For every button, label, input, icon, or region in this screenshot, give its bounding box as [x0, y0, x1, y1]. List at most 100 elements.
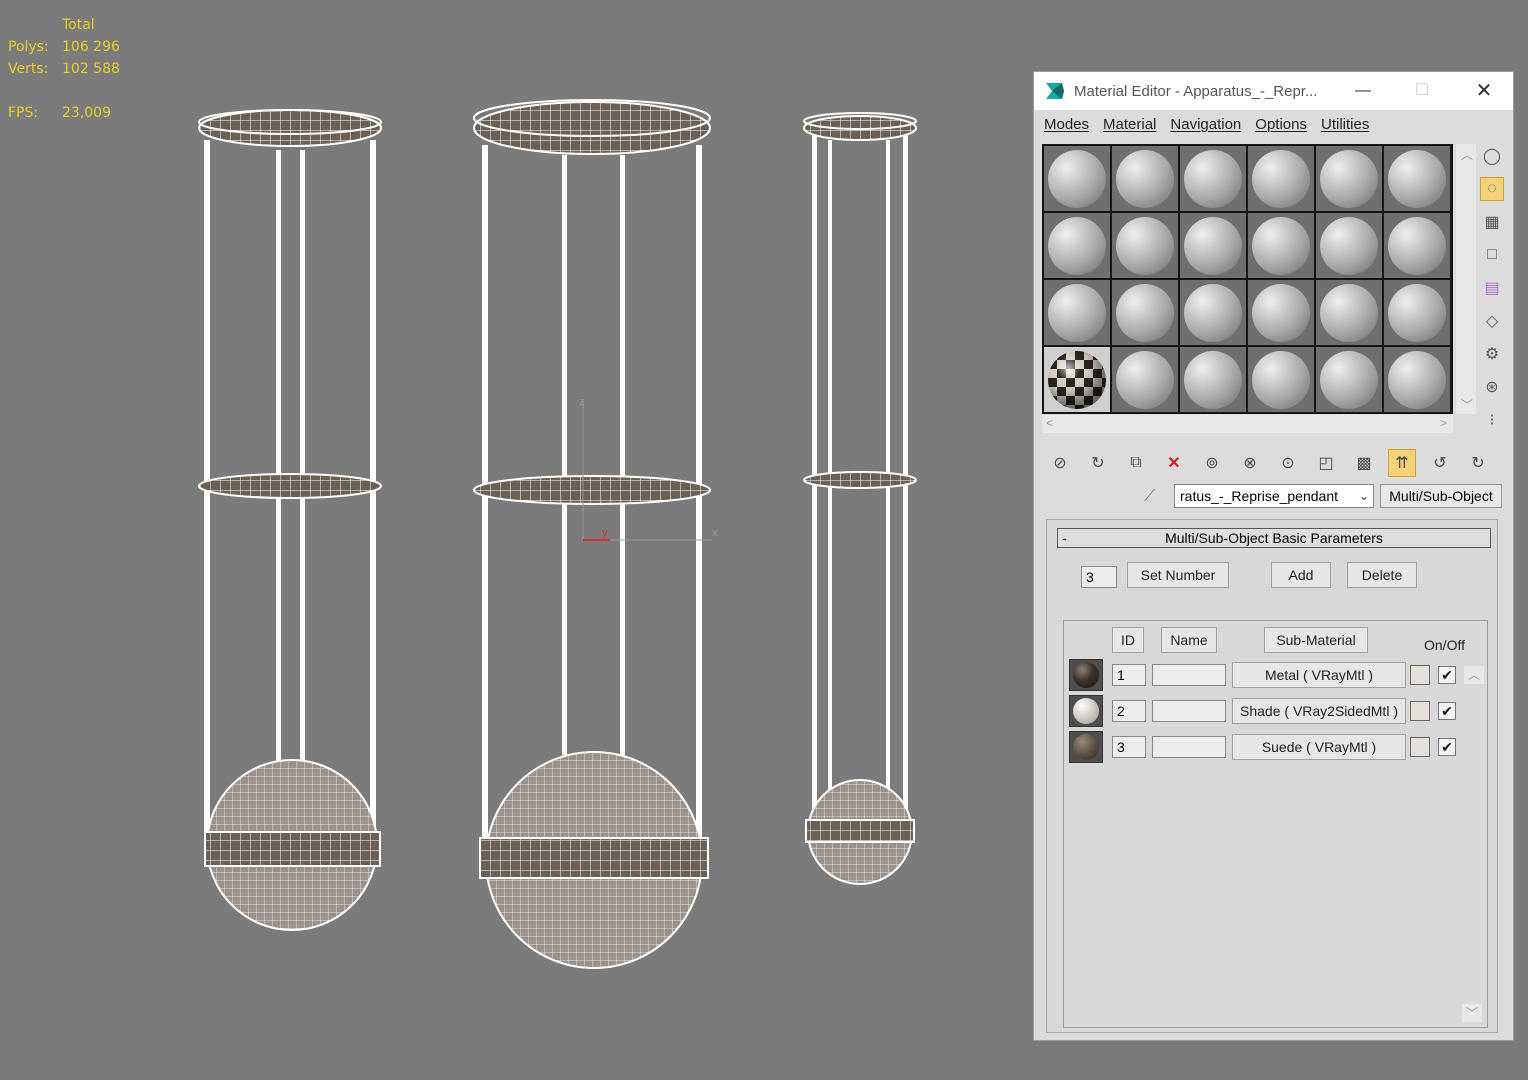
- make-unique-icon[interactable]: ⊚: [1198, 449, 1226, 477]
- sub-material-button[interactable]: Shade ( VRay2SidedMtl ): [1232, 698, 1406, 724]
- scroll-up-icon[interactable]: ︿: [1461, 146, 1473, 163]
- material-sample-slot[interactable]: [1044, 280, 1110, 345]
- sub-material-id-field[interactable]: 1: [1112, 664, 1146, 686]
- video-color-check-icon[interactable]: ▤: [1480, 276, 1504, 300]
- title-bar[interactable]: Material Editor - Apparatus_-_Repr... — …: [1034, 72, 1513, 110]
- sub-material-row: 1 Metal ( VRayMtl ) ✔ ︿: [1064, 659, 1484, 691]
- material-sample-slot[interactable]: [1112, 213, 1178, 278]
- scroll-left-icon[interactable]: <: [1046, 416, 1053, 430]
- material-sample-slot[interactable]: [1248, 347, 1314, 412]
- material-sample-slot[interactable]: [1044, 213, 1110, 278]
- go-to-parent-icon[interactable]: ⇈: [1388, 449, 1416, 477]
- on-off-checkbox[interactable]: ✔: [1438, 738, 1456, 756]
- on-off-checkbox[interactable]: ✔: [1438, 666, 1456, 684]
- axis-y-label: y: [602, 527, 608, 539]
- put-to-library-icon[interactable]: ⊗: [1236, 449, 1264, 477]
- material-type-button[interactable]: Multi/Sub-Object: [1380, 484, 1502, 508]
- material-sample-slot[interactable]: [1180, 146, 1246, 211]
- material-sample-slot[interactable]: [1316, 146, 1382, 211]
- make-preview-icon[interactable]: ◇: [1480, 309, 1504, 333]
- close-button[interactable]: ✕: [1464, 78, 1504, 104]
- material-sample-slot[interactable]: [1112, 280, 1178, 345]
- slot-horizontal-scrollbar[interactable]: < >: [1042, 415, 1453, 433]
- sub-material-name-field[interactable]: [1152, 664, 1226, 686]
- menu-modes[interactable]: Modes: [1044, 116, 1089, 133]
- background-checker-icon[interactable]: ▦: [1480, 210, 1504, 234]
- material-editor-window[interactable]: Material Editor - Apparatus_-_Repr... — …: [1033, 71, 1514, 1041]
- minimize-button[interactable]: —: [1343, 78, 1383, 104]
- uv-tiling-icon[interactable]: □: [1480, 243, 1504, 267]
- on-off-checkbox[interactable]: ✔: [1438, 702, 1456, 720]
- sub-material-swatch[interactable]: [1069, 659, 1103, 691]
- number-of-materials-field[interactable]: 3: [1081, 566, 1117, 588]
- sample-type-icon[interactable]: ◯: [1480, 144, 1504, 168]
- color-swatch[interactable]: [1410, 737, 1430, 757]
- assign-to-selection-icon[interactable]: ⧉: [1122, 449, 1150, 477]
- rollout-header[interactable]: - Multi/Sub-Object Basic Parameters: [1057, 528, 1491, 548]
- material-sample-slot[interactable]: [1248, 213, 1314, 278]
- sub-material-button[interactable]: Suede ( VRayMtl ): [1232, 734, 1406, 760]
- material-navigator-icon[interactable]: ⁝: [1480, 408, 1504, 432]
- list-scroll-up-icon[interactable]: ︿: [1464, 666, 1484, 684]
- delete-button[interactable]: Delete: [1347, 562, 1417, 588]
- add-button[interactable]: Add: [1271, 562, 1331, 588]
- put-to-scene-icon[interactable]: ↻: [1084, 449, 1112, 477]
- set-number-button[interactable]: Set Number: [1127, 562, 1229, 588]
- material-sample-slot[interactable]: [1316, 213, 1382, 278]
- material-sample-slot[interactable]: [1248, 280, 1314, 345]
- sub-material-swatch[interactable]: [1069, 695, 1103, 727]
- options-icon[interactable]: ⚙: [1480, 342, 1504, 366]
- select-by-material-icon[interactable]: ⊛: [1480, 375, 1504, 399]
- menu-options[interactable]: Options: [1255, 116, 1307, 133]
- material-sample-slot[interactable]: [1248, 146, 1314, 211]
- material-sample-slot[interactable]: [1180, 213, 1246, 278]
- sub-material-name-field[interactable]: [1152, 700, 1226, 722]
- sort-by-submaterial-button[interactable]: Sub-Material: [1264, 627, 1368, 653]
- scroll-right-icon[interactable]: >: [1440, 416, 1447, 430]
- material-sample-slot[interactable]: [1112, 146, 1178, 211]
- material-sample-slot[interactable]: [1112, 347, 1178, 412]
- material-sample-slot[interactable]: [1044, 146, 1110, 211]
- sub-material-id-field[interactable]: 3: [1112, 736, 1146, 758]
- material-sample-slot[interactable]: [1316, 347, 1382, 412]
- material-sample-slot[interactable]: [1384, 347, 1450, 412]
- material-sample-slot[interactable]: [1316, 280, 1382, 345]
- material-sample-slot[interactable]: [1044, 347, 1110, 412]
- material-id-channel-icon[interactable]: ⊙: [1274, 449, 1302, 477]
- fps-label: FPS:: [8, 105, 39, 121]
- reset-map-icon[interactable]: ✕: [1160, 449, 1188, 477]
- show-map-in-viewport-icon[interactable]: ◰: [1312, 449, 1340, 477]
- slot-vertical-scrollbar[interactable]: ︿ ﹀: [1456, 144, 1476, 414]
- go-forward-to-sibling-icon[interactable]: ↺: [1426, 449, 1454, 477]
- maximize-button[interactable]: ☐: [1402, 78, 1442, 104]
- verts-label: Verts:: [8, 61, 49, 77]
- material-sample-slot[interactable]: [1384, 146, 1450, 211]
- sample-sphere: [1252, 216, 1310, 275]
- material-sample-slot[interactable]: [1180, 347, 1246, 412]
- sort-by-name-button[interactable]: Name: [1161, 627, 1217, 653]
- chevron-down-icon[interactable]: ⌄: [1359, 485, 1369, 507]
- sub-material-row: 2 Shade ( VRay2SidedMtl ) ✔: [1064, 695, 1484, 727]
- show-end-result-icon[interactable]: ▩: [1350, 449, 1378, 477]
- sub-material-swatch[interactable]: [1069, 731, 1103, 763]
- sort-by-id-button[interactable]: ID: [1112, 627, 1144, 653]
- pick-material-icon[interactable]: ↻: [1464, 449, 1492, 477]
- material-sample-slot[interactable]: [1180, 280, 1246, 345]
- eyedropper-icon[interactable]: ⟋: [1144, 488, 1164, 508]
- color-swatch[interactable]: [1410, 665, 1430, 685]
- menu-navigation[interactable]: Navigation: [1170, 116, 1241, 133]
- get-material-icon[interactable]: ⊘: [1046, 449, 1074, 477]
- material-name-field[interactable]: ratus_-_Reprise_pendant ⌄: [1174, 484, 1374, 508]
- backlight-icon[interactable]: ◌: [1480, 177, 1504, 201]
- menu-material[interactable]: Material: [1103, 116, 1156, 133]
- material-sample-slot[interactable]: [1384, 280, 1450, 345]
- menu-utilities[interactable]: Utilities: [1321, 116, 1369, 133]
- material-sample-slot[interactable]: [1384, 213, 1450, 278]
- color-swatch[interactable]: [1410, 701, 1430, 721]
- sub-material-name-field[interactable]: [1152, 736, 1226, 758]
- list-scroll-down-icon[interactable]: ﹀: [1462, 1004, 1482, 1022]
- sub-material-button[interactable]: Metal ( VRayMtl ): [1232, 662, 1406, 688]
- sample-sphere: [1320, 283, 1378, 342]
- sub-material-id-field[interactable]: 2: [1112, 700, 1146, 722]
- scroll-down-icon[interactable]: ﹀: [1461, 396, 1473, 413]
